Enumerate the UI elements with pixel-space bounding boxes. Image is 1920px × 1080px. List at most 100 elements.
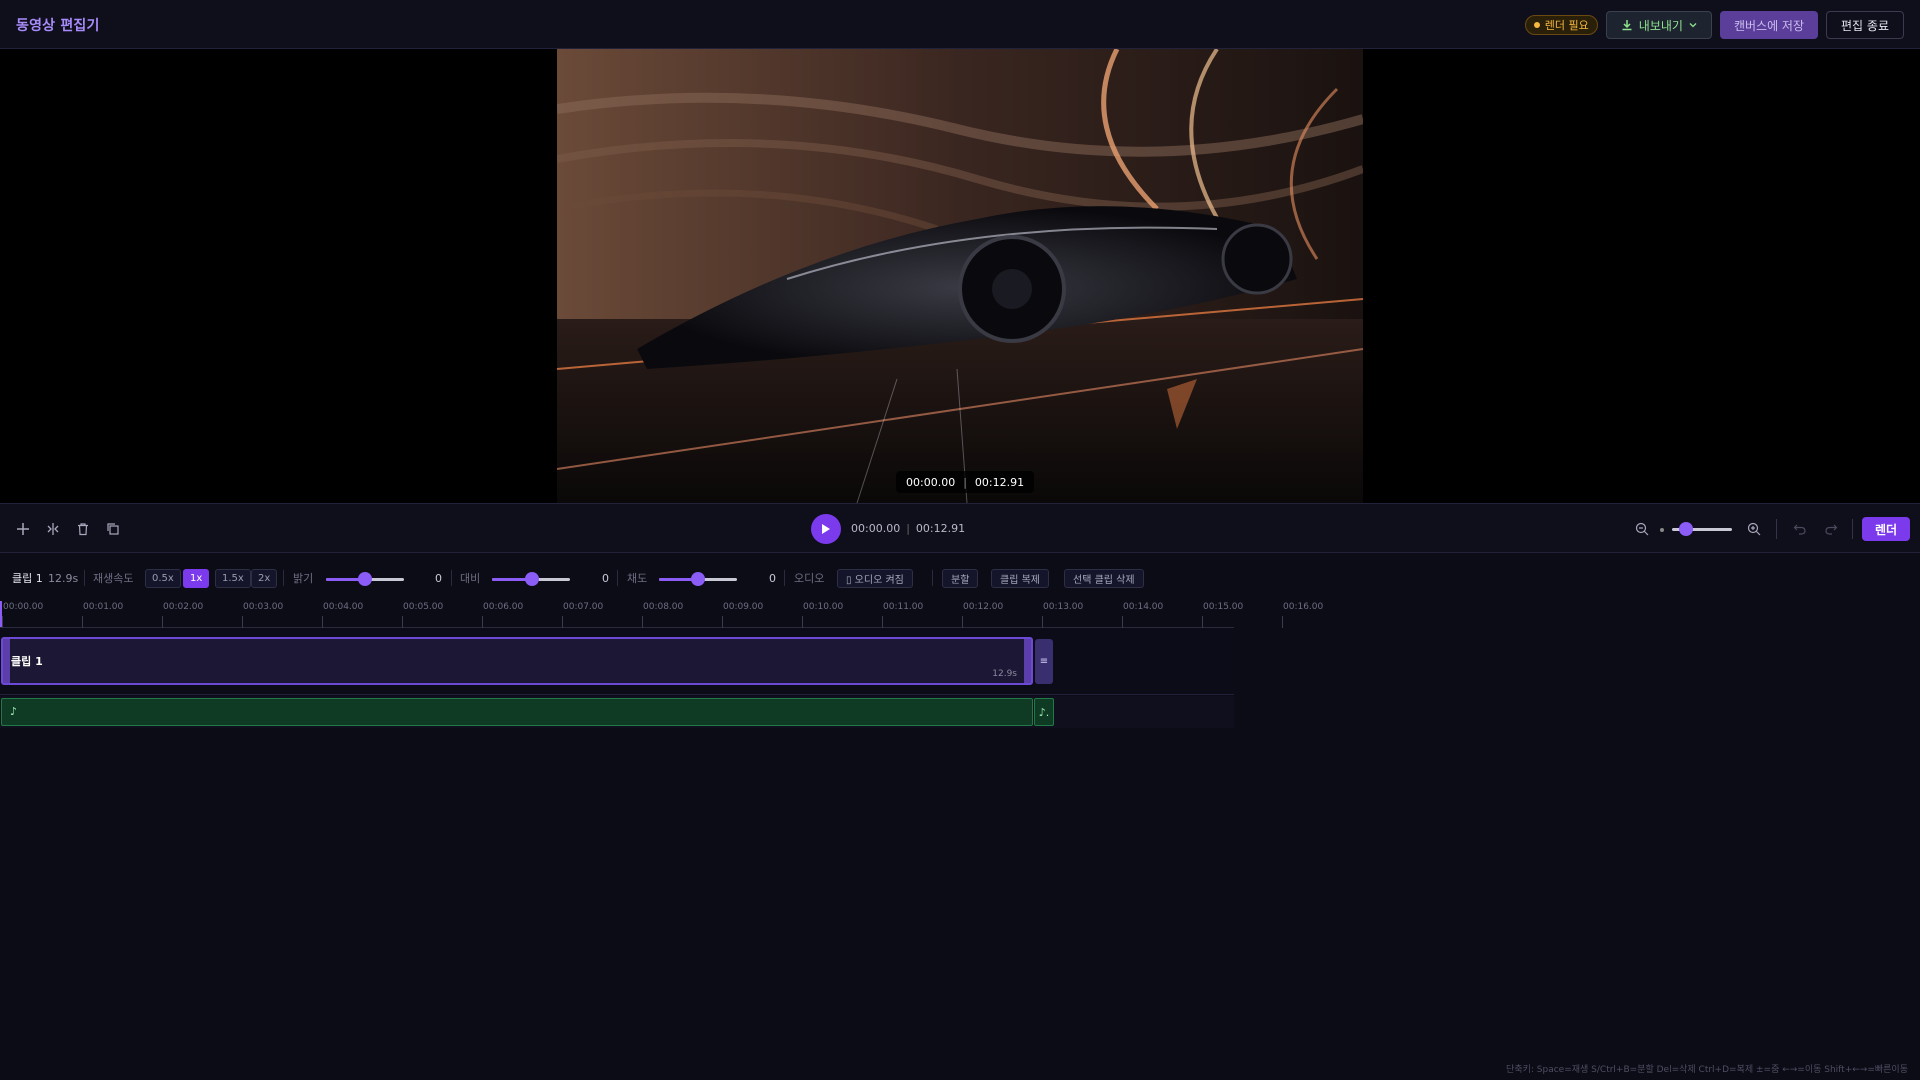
export-button[interactable]: 내보내기: [1605, 11, 1712, 39]
ruler-tick: [82, 616, 83, 628]
preview-timecode: 00:00.00 | 00:12.91: [896, 471, 1035, 493]
speed-option-1x[interactable]: 1x: [183, 569, 210, 588]
audio-toggle-button[interactable]: ▯ 오디오 켜짐: [837, 569, 913, 588]
duplicate-clip-button[interactable]: 클립 복제: [991, 569, 1049, 588]
speed-option-1-5x[interactable]: 1.5x: [215, 569, 251, 588]
divider: [1852, 519, 1853, 539]
clip-drag-handle[interactable]: ≡: [1035, 639, 1053, 684]
ruler-tick: [802, 616, 803, 628]
ruler-tick-label: 00:06.00: [483, 602, 524, 612]
car-video-still: [557, 49, 1363, 503]
preview-total-time: 00:12.91: [974, 475, 1025, 489]
divider: [283, 570, 284, 586]
zoom-min-dot: [1660, 528, 1664, 532]
header-bar: 동영상 편집기 렌더 필요 내보내기 캔버스에 저장 편집 종료: [0, 0, 1920, 49]
playhead[interactable]: [0, 601, 2, 627]
grip-icon: ≡: [1039, 656, 1049, 667]
speed-option-0-5x[interactable]: 0.5x: [145, 569, 181, 588]
contrast-slider-thumb[interactable]: [525, 572, 539, 586]
redo-icon: [1825, 524, 1838, 535]
saturation-value: 0: [769, 571, 776, 585]
transport-timecode: 00:00.00 | 00:12.91: [851, 522, 965, 535]
chevron-down-icon: [1689, 23, 1697, 28]
ruler-tick: [1042, 616, 1043, 628]
zoom-slider-thumb[interactable]: [1679, 522, 1693, 536]
ruler-tick-label: 00:07.00: [563, 602, 604, 612]
contrast-value: 0: [602, 571, 609, 585]
speed-option-2x[interactable]: 2x: [251, 569, 278, 588]
split-clip-button[interactable]: 분할: [942, 569, 979, 588]
speed-label: 재생속도: [93, 572, 134, 585]
ruler-tick-label: 00:13.00: [1043, 602, 1084, 612]
transport-total-time: 00:12.91: [915, 522, 966, 535]
status-dot-icon: [1533, 22, 1540, 28]
render-needed-badge: 렌더 필요: [1524, 15, 1598, 35]
ruler-tick-label: 00:14.00: [1123, 602, 1164, 612]
brightness-slider-thumb[interactable]: [358, 572, 372, 586]
ruler-tick: [1282, 616, 1283, 628]
shortcuts-hint: 단축키: Space=재생 S/Ctrl+B=분할 Del=삭제 Ctrl+D=…: [1506, 1065, 1908, 1075]
timeline-ruler[interactable]: 00:00.00 00:01.00 00:02.00 00:03.00 00:04.00…: [0, 600, 1323, 628]
redo-button[interactable]: [1821, 519, 1841, 539]
timeline-clip[interactable]: 클립 1 12.9s: [1, 637, 1033, 685]
preview-current-time: 00:00.00: [906, 475, 956, 489]
save-to-canvas-button[interactable]: 캔버스에 저장: [1719, 11, 1819, 39]
brightness-value: 0: [435, 571, 442, 585]
end-edit-button[interactable]: 편집 종료: [1826, 11, 1904, 39]
audio-clip-end[interactable]: ♪.: [1034, 698, 1054, 726]
selected-clip-name: 클립 1: [12, 572, 43, 585]
render-badge-label: 렌더 필요: [1544, 19, 1589, 32]
delete-tool-button[interactable]: [73, 519, 93, 539]
ruler-tick-label: 00:03.00: [243, 602, 284, 612]
ruler-tick: [882, 616, 883, 628]
music-note-icon: ♪: [10, 705, 18, 718]
clip-trim-handle-left[interactable]: [3, 639, 10, 683]
time-separator: |: [906, 522, 910, 535]
delete-selected-clip-button[interactable]: 선택 클립 삭제: [1064, 569, 1144, 588]
zoom-out-button[interactable]: [1632, 519, 1652, 539]
download-icon: [1622, 20, 1632, 31]
video-track: 클립 1 12.9s ≡: [0, 628, 1234, 695]
transport-current-time: 00:00.00: [851, 522, 901, 535]
audio-label: 오디오: [794, 572, 825, 585]
saturation-slider-thumb[interactable]: [691, 572, 705, 586]
audio-track: ♪ ♪.: [0, 696, 1234, 728]
ruler-tick-label: 00:04.00: [323, 602, 364, 612]
ruler-tick-label: 00:11.00: [883, 602, 924, 612]
ruler-tick: [2, 616, 3, 628]
ruler-tick-label: 00:09.00: [723, 602, 764, 612]
ruler-tick-label: 00:10.00: [803, 602, 844, 612]
ruler-tick-label: 00:12.00: [963, 602, 1004, 612]
ruler-tick: [722, 616, 723, 628]
audio-clip[interactable]: ♪: [1, 698, 1033, 726]
play-button[interactable]: [811, 514, 841, 544]
saturation-label: 채도: [627, 572, 648, 585]
undo-button[interactable]: [1790, 519, 1810, 539]
trash-icon: [78, 523, 88, 536]
add-clip-button[interactable]: [13, 519, 33, 539]
divider: [784, 570, 785, 586]
video-preview: 00:00.00 | 00:12.91: [0, 49, 1920, 503]
zoom-in-button[interactable]: [1744, 519, 1764, 539]
zoom-out-icon: [1635, 522, 1649, 536]
ruler-tick: [322, 616, 323, 628]
render-button[interactable]: 렌더: [1862, 517, 1910, 541]
contrast-label: 대비: [460, 572, 481, 585]
transport-bar: 00:00.00 | 00:12.91 렌더: [0, 503, 1920, 553]
plus-icon: [17, 523, 29, 535]
clip-trim-handle-right[interactable]: [1024, 639, 1031, 683]
ruler-tick-label: 00:08.00: [643, 602, 684, 612]
ruler-tick-label: 00:15.00: [1203, 602, 1244, 612]
timeline-clip-label: 클립 1: [11, 655, 43, 668]
ruler-tick-label: 00:02.00: [163, 602, 204, 612]
ruler-tick-label: 00:00.00: [3, 602, 44, 612]
ruler-tick: [1122, 616, 1123, 628]
divider: [1776, 519, 1777, 539]
ruler-tick: [402, 616, 403, 628]
split-tool-button[interactable]: [43, 519, 63, 539]
divider: [451, 570, 452, 586]
play-icon: [822, 524, 830, 534]
ruler-tick: [642, 616, 643, 628]
ruler-tick: [562, 616, 563, 628]
duplicate-tool-button[interactable]: [103, 519, 123, 539]
